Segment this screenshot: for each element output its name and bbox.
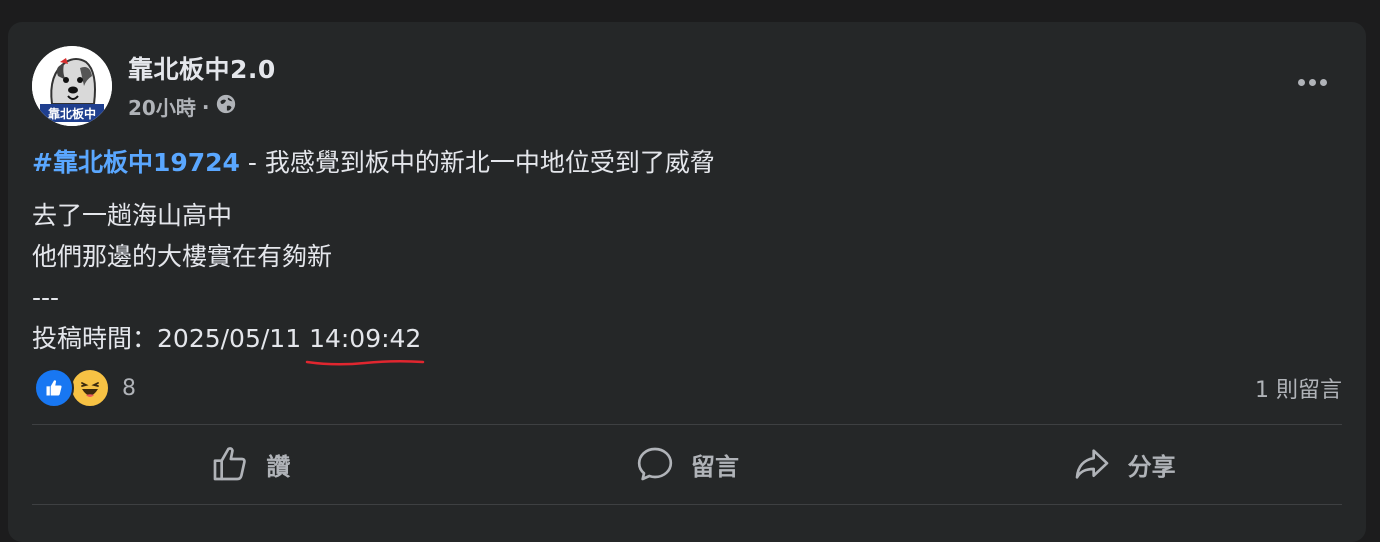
more-dot bbox=[1308, 78, 1316, 86]
reaction-summary[interactable]: 8 bbox=[34, 368, 136, 408]
avatar-label: 靠北板中 bbox=[48, 106, 96, 121]
body-line: 去了一趟海山高中 bbox=[32, 201, 233, 230]
reaction-count: 8 bbox=[122, 375, 136, 401]
action-bar: 讚 留言 分享 bbox=[32, 426, 1342, 502]
timestamp-date: 2025/05/11 bbox=[157, 324, 310, 353]
like-button[interactable]: 讚 bbox=[32, 426, 469, 502]
avatar-image: 靠北板中 bbox=[32, 46, 112, 126]
share-button[interactable]: 分享 bbox=[905, 426, 1342, 502]
divider bbox=[32, 504, 1342, 505]
red-underline-annotation bbox=[305, 359, 425, 366]
globe-icon bbox=[215, 93, 237, 120]
share-label: 分享 bbox=[1127, 452, 1176, 481]
comment-button[interactable]: 留言 bbox=[469, 426, 906, 502]
body-line: --- bbox=[32, 283, 60, 312]
headline-text: - 我感覺到板中的新北一中地位受到了威脅 bbox=[239, 148, 715, 177]
like-label: 讚 bbox=[266, 452, 291, 481]
body-line: 他們那邊的大樓實在有夠新 bbox=[32, 242, 333, 271]
thumbs-up-icon bbox=[213, 447, 247, 481]
timestamp-time-wrap: 14:09:42 bbox=[305, 318, 425, 366]
post-time[interactable]: 20小時 bbox=[128, 92, 196, 121]
post-body: #靠北板中19724 - 我感覺到板中的新北一中地位受到了威脅 去了一趟海山高中… bbox=[32, 142, 715, 366]
meta-separator: · bbox=[201, 94, 210, 119]
timestamp-time: 14:09:42 bbox=[309, 324, 422, 353]
post-meta: 20小時 · bbox=[128, 92, 237, 121]
divider bbox=[32, 424, 1342, 425]
share-arrow-icon bbox=[1075, 449, 1109, 479]
haha-icon bbox=[70, 368, 110, 408]
more-dot bbox=[1297, 78, 1305, 86]
more-dot bbox=[1319, 78, 1327, 86]
comment-label: 留言 bbox=[691, 452, 739, 481]
like-icon bbox=[34, 368, 74, 408]
author-name[interactable]: 靠北板中2.0 bbox=[128, 50, 276, 86]
comments-count-link[interactable]: 1 則留言 bbox=[1255, 372, 1342, 404]
more-options-button[interactable] bbox=[1292, 70, 1332, 94]
timestamp-label: 投稿時間： bbox=[32, 324, 158, 353]
post-headline: #靠北板中19724 - 我感覺到板中的新北一中地位受到了威脅 bbox=[32, 142, 715, 183]
post-card: 靠北板中 靠北板中2.0 20小時 · #靠北板中19724 - 我感覺到板中的… bbox=[8, 22, 1366, 542]
page-avatar[interactable]: 靠北板中 bbox=[32, 46, 112, 126]
comment-bubble-icon bbox=[637, 447, 673, 481]
timestamp-line: 投稿時間：2025/05/11 14:09:42 bbox=[32, 318, 715, 366]
hashtag-link[interactable]: #靠北板中19724 bbox=[32, 148, 240, 177]
